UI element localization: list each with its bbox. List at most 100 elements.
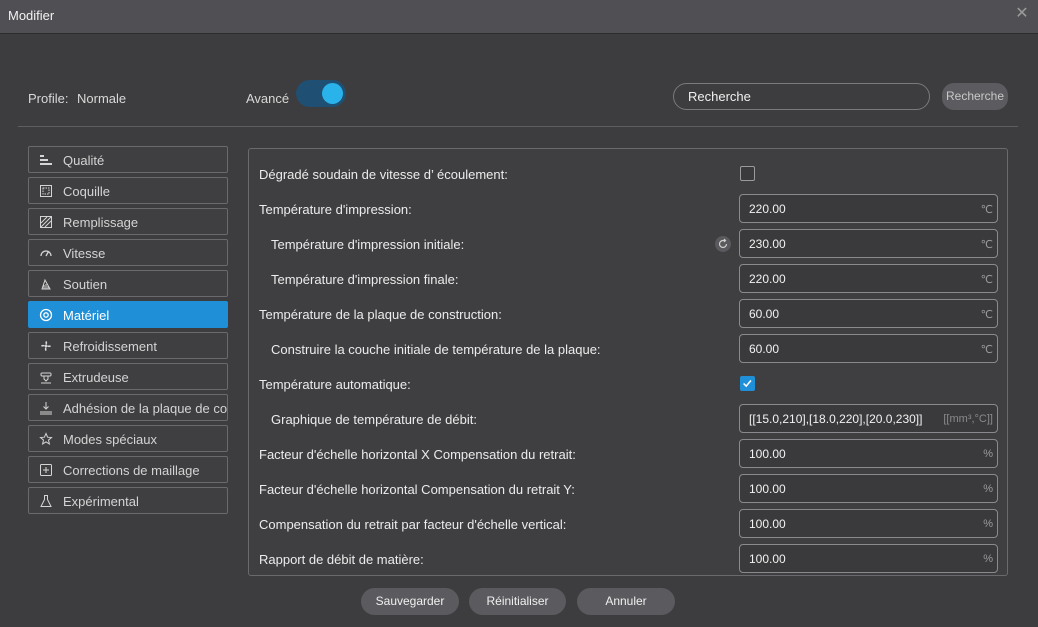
sidebar-item-extruder[interactable]: Extrudeuse [28, 363, 228, 390]
category-sidebar: Qualité Coquille Remplissage Vitesse Soutien… [28, 146, 228, 518]
divider [18, 126, 1018, 127]
top-bar: Profile: Normale Avancé Recherche [0, 78, 1038, 118]
setting-input[interactable]: 60.00 ℃ [739, 334, 998, 363]
adhesion-icon [40, 402, 52, 415]
sidebar-item-infill[interactable]: Remplissage [28, 208, 228, 235]
setting-input[interactable]: 100.00% [739, 474, 998, 503]
setting-row: Température d'impression finale: 220.00 ℃ [249, 263, 1007, 295]
setting-unit: % [983, 518, 993, 530]
setting-unit: ℃ [980, 274, 993, 286]
toggle-knob [322, 83, 343, 104]
sidebar-item-speed[interactable]: Vitesse [28, 239, 228, 266]
setting-unit: [[mm³,°C]] [943, 413, 993, 425]
sidebar-item-flask[interactable]: Expérimental [28, 487, 228, 514]
setting-row: Compensation du retrait par facteur d'éc… [249, 508, 1007, 540]
sidebar-item-label: Corrections de maillage [63, 463, 200, 478]
quality-icon [40, 155, 52, 165]
profile-label: Profile: [28, 91, 69, 106]
search-button[interactable]: Recherche [942, 83, 1008, 110]
star-icon [39, 432, 53, 446]
sidebar-item-label: Qualité [63, 153, 105, 168]
flask-icon [40, 495, 52, 507]
checkmark-icon [743, 379, 752, 388]
setting-value: 100.00 [749, 447, 786, 461]
setting-label: Graphique de température de débit: [271, 412, 477, 427]
setting-label: Température d'impression initiale: [271, 237, 465, 252]
setting-row: Température d'impression initiale: 230.00… [249, 228, 1007, 260]
setting-row: Température d'impression: 220.00 ℃ [249, 193, 1007, 225]
sidebar-item-material[interactable]: Matériel [28, 301, 228, 328]
fan-icon [41, 341, 51, 351]
setting-input[interactable]: [[15.0,210],[18.0,220],[20.0,230]] [[mm³,… [739, 404, 998, 433]
setting-value: 230.00 [749, 237, 786, 251]
search-input[interactable] [673, 83, 930, 110]
setting-value: 100.00 [749, 552, 786, 566]
save-button[interactable]: Sauvegarder [361, 588, 459, 615]
setting-input[interactable]: 60.00 ℃ [739, 299, 998, 328]
setting-input[interactable]: 220.00 ℃ [739, 264, 998, 293]
setting-checkbox[interactable] [740, 166, 755, 181]
reset-icon[interactable] [715, 236, 731, 252]
advanced-toggle[interactable] [296, 80, 346, 107]
setting-row: Température automatique: [249, 368, 1007, 400]
setting-label: Température automatique: [259, 377, 411, 392]
profile-value: Normale [77, 91, 127, 106]
speed-icon [40, 250, 52, 257]
setting-row: Dégradé soudain de vitesse d’ écoulement… [249, 158, 1007, 190]
setting-value: 60.00 [749, 307, 780, 321]
setting-row: Facteur d'échelle horizontal X Compensat… [249, 438, 1007, 470]
setting-value: 220.00 [749, 202, 786, 216]
sidebar-item-label: Refroidissement [63, 339, 157, 354]
setting-label: Facteur d'échelle horizontal X Compensat… [259, 447, 576, 462]
sidebar-item-support[interactable]: Soutien [28, 270, 228, 297]
setting-row: Température de la plaque de construction… [249, 298, 1007, 330]
reset-button[interactable]: Réinitialiser [469, 588, 566, 615]
support-icon [41, 278, 51, 290]
shell-icon [40, 185, 52, 197]
material-icon [39, 308, 53, 322]
extruder-icon [40, 372, 52, 384]
sidebar-item-label: Modes spéciaux [63, 432, 157, 447]
setting-row: Construire la couche initiale de tempéra… [249, 333, 1007, 365]
setting-checkbox[interactable] [740, 376, 755, 391]
setting-label: Température de la plaque de construction… [259, 307, 502, 322]
mesh-fix-icon [40, 464, 52, 476]
settings-panel: Dégradé soudain de vitesse d’ écoulement… [248, 148, 1008, 576]
setting-label: Compensation du retrait par facteur d'éc… [259, 517, 567, 532]
sidebar-item-label: Matériel [63, 308, 110, 323]
sidebar-item-label: Expérimental [63, 494, 139, 509]
setting-unit: ℃ [980, 309, 993, 321]
sidebar-item-label: Remplissage [63, 215, 139, 230]
sidebar-item-shell[interactable]: Coquille [28, 177, 228, 204]
advanced-label: Avancé [246, 91, 290, 106]
setting-value: 220.00 [749, 272, 786, 286]
setting-row: Graphique de température de débit: [[15.0… [249, 403, 1007, 435]
setting-unit: % [983, 483, 993, 495]
sidebar-item-adhesion[interactable]: Adhésion de la plaque de co [28, 394, 228, 421]
sidebar-item-label: Extrudeuse [63, 370, 129, 385]
setting-label: Dégradé soudain de vitesse d’ écoulement… [259, 167, 508, 182]
sidebar-item-quality[interactable]: Qualité [28, 146, 228, 173]
setting-input[interactable]: 100.00% [739, 439, 998, 468]
setting-unit: ℃ [980, 204, 993, 216]
sidebar-item-fan[interactable]: Refroidissement [28, 332, 228, 359]
sidebar-item-label: Soutien [63, 277, 108, 292]
setting-input[interactable]: 100.00% [739, 509, 998, 538]
close-icon[interactable]: ✕ [1014, 6, 1030, 22]
title-bar: Modifier ✕ [0, 0, 1038, 34]
cancel-button[interactable]: Annuler [577, 588, 675, 615]
setting-input[interactable]: 100.00% [739, 544, 998, 573]
sidebar-item-label: Adhésion de la plaque de co [63, 401, 228, 416]
setting-input[interactable]: 230.00 ℃ [739, 229, 998, 258]
setting-value: [[15.0,210],[18.0,220],[20.0,230]] [749, 412, 923, 426]
setting-row: Rapport de débit de matière: 100.00% [249, 543, 1007, 575]
sidebar-item-mesh-fix[interactable]: Corrections de maillage [28, 456, 228, 483]
setting-value: 100.00 [749, 517, 786, 531]
infill-icon [40, 216, 52, 228]
sidebar-item-star[interactable]: Modes spéciaux [28, 425, 228, 452]
setting-label: Construire la couche initiale de tempéra… [271, 342, 601, 357]
setting-label: Facteur d'échelle horizontal Compensatio… [259, 482, 575, 497]
setting-unit: ℃ [980, 344, 993, 356]
setting-input[interactable]: 220.00 ℃ [739, 194, 998, 223]
setting-value: 100.00 [749, 482, 786, 496]
